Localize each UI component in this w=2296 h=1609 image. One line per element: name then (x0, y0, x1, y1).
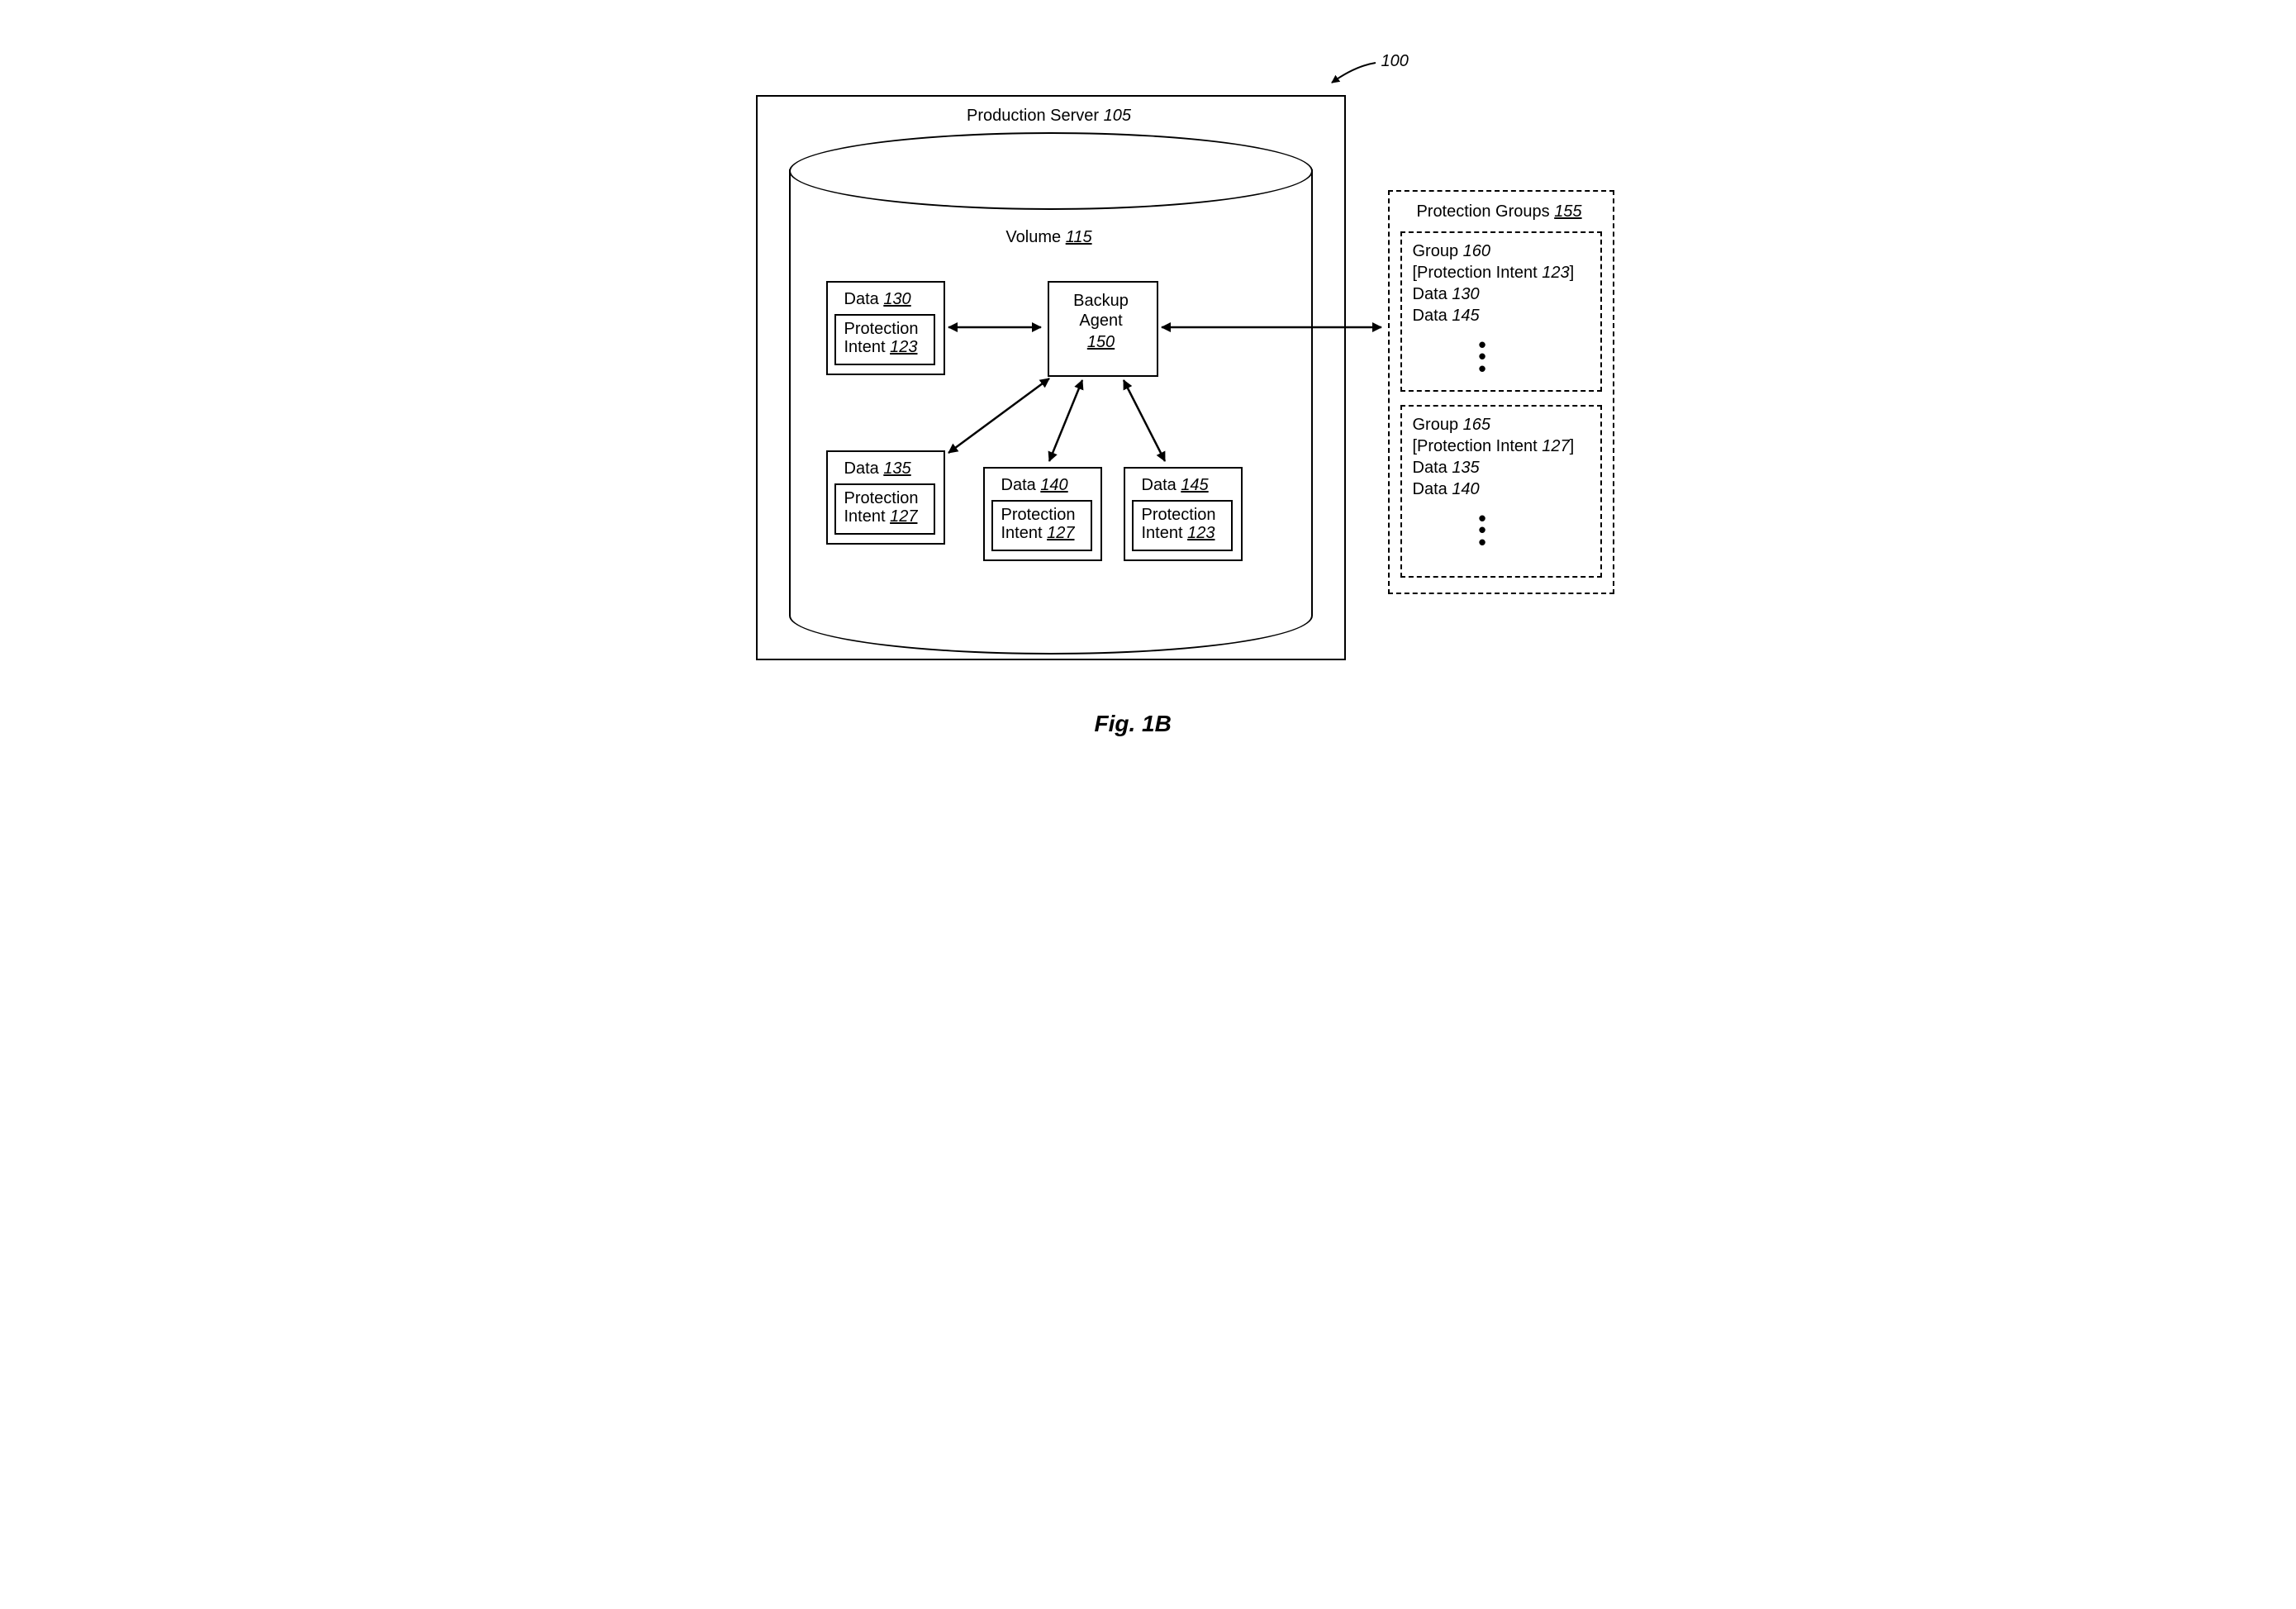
diagram-stage: 100 Production Server 105 Volume 115 Bac… (653, 0, 1644, 802)
group-160-line1-text: Group (1413, 242, 1463, 260)
data-145-label-text: Data (1142, 476, 1181, 494)
figure-caption: Fig. 1B (1095, 711, 1172, 737)
data-130-label-text: Data (844, 290, 884, 308)
group-160-line2-c: ] (1570, 264, 1575, 282)
backup-agent-num-text: 150 (1087, 333, 1115, 351)
data-140-pi-line2-text: Intent (1001, 524, 1048, 542)
group-160-line4-b: 145 (1452, 307, 1479, 325)
group-165-line2-a: [Protection Intent (1413, 437, 1543, 455)
data-140-label: Data 140 (1001, 475, 1068, 495)
data-130-label-num: 130 (883, 290, 910, 308)
production-server-title-text: Production Server (967, 107, 1104, 125)
group-165-line1: Group 165 (1413, 415, 1491, 435)
backup-agent-line2: Agent (1048, 311, 1155, 331)
data-140-label-text: Data (1001, 476, 1041, 494)
data-145-pi-line1: Protection (1142, 505, 1216, 525)
volume-title: Volume 115 (789, 227, 1310, 247)
volume-cylinder-top (789, 132, 1313, 210)
data-135-pi-line2: Intent 127 (844, 507, 918, 526)
group-160-line1-num: 160 (1463, 242, 1490, 260)
data-135-label-num: 135 (883, 459, 910, 478)
group-160-line4: Data 145 (1413, 306, 1480, 326)
group-160-line2-a: [Protection Intent (1413, 264, 1543, 282)
group-160-line2-b: 123 (1542, 264, 1569, 282)
group-165-dots: ••• (1479, 512, 1486, 548)
group-160-line3-a: Data (1413, 285, 1452, 303)
group-165-line1-text: Group (1413, 416, 1463, 434)
data-130-pi-line2-text: Intent (844, 338, 891, 356)
group-165-line1-num: 165 (1463, 416, 1490, 434)
data-130-pi-line2-num: 123 (890, 338, 917, 356)
data-135-pi-line2-text: Intent (844, 507, 891, 526)
group-160-dots: ••• (1479, 339, 1486, 374)
ref-label: 100 (1381, 51, 1409, 71)
backup-agent-line1: Backup (1048, 291, 1155, 311)
data-135-label-text: Data (844, 459, 884, 478)
group-165-line4-b: 140 (1452, 480, 1479, 498)
protection-groups-title: Protection Groups 155 (1388, 202, 1611, 221)
volume-cylinder-bottom-clip (787, 616, 1313, 657)
group-165-line3-b: 135 (1452, 459, 1479, 477)
group-165-line3-a: Data (1413, 459, 1452, 477)
group-165-line2: [Protection Intent 127] (1413, 436, 1575, 456)
protection-groups-title-text: Protection Groups (1416, 202, 1554, 221)
data-130-label: Data 130 (844, 289, 911, 309)
group-160-line1: Group 160 (1413, 241, 1491, 261)
data-145-label: Data 145 (1142, 475, 1209, 495)
group-160-line3-b: 130 (1452, 285, 1479, 303)
backup-agent-num: 150 (1048, 332, 1155, 352)
data-135-pi-line1: Protection (844, 488, 919, 508)
group-165-line3: Data 135 (1413, 458, 1480, 478)
data-140-pi-line1: Protection (1001, 505, 1076, 525)
group-160-line3: Data 130 (1413, 284, 1480, 304)
volume-cylinder-bottom (789, 616, 1313, 655)
data-145-pi-line2: Intent 123 (1142, 523, 1215, 543)
data-145-pi-line2-text: Intent (1142, 524, 1188, 542)
group-160-line4-a: Data (1413, 307, 1452, 325)
data-140-pi-line2-num: 127 (1047, 524, 1074, 542)
data-140-pi-line2: Intent 127 (1001, 523, 1075, 543)
volume-title-text: Volume (1005, 228, 1065, 246)
data-135-pi-line2-num: 127 (890, 507, 917, 526)
group-165-line2-c: ] (1570, 437, 1575, 455)
data-130-pi-line2: Intent 123 (844, 337, 918, 357)
data-130-pi-line1: Protection (844, 319, 919, 339)
data-145-label-num: 145 (1181, 476, 1208, 494)
group-165-line4: Data 140 (1413, 479, 1480, 499)
group-165-line4-a: Data (1413, 480, 1452, 498)
data-135-label: Data 135 (844, 459, 911, 478)
data-140-label-num: 140 (1040, 476, 1067, 494)
production-server-title-num: 105 (1104, 107, 1131, 125)
data-145-pi-line2-num: 123 (1187, 524, 1215, 542)
group-160-line2: [Protection Intent 123] (1413, 263, 1575, 283)
production-server-title: Production Server 105 (756, 106, 1343, 126)
protection-groups-title-num: 155 (1554, 202, 1581, 221)
volume-title-num: 115 (1066, 228, 1092, 246)
group-165-line2-b: 127 (1542, 437, 1569, 455)
